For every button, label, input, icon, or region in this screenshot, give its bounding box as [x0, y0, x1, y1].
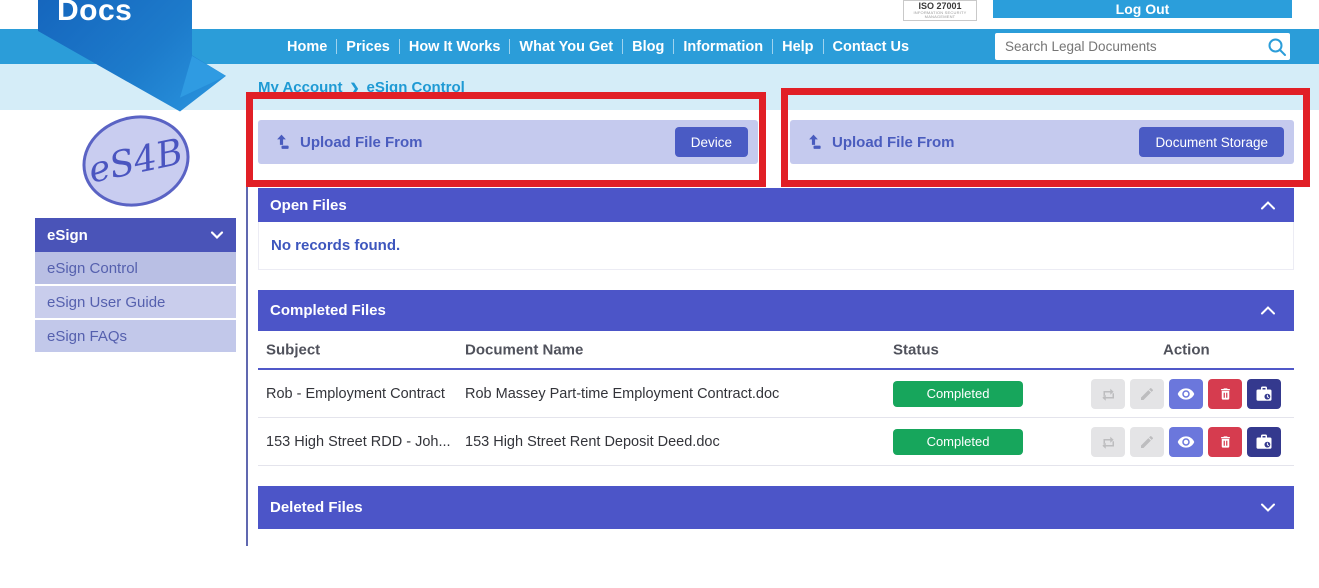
search-input[interactable]: [995, 39, 1264, 54]
eye-icon: [1177, 385, 1195, 403]
pencil-icon: [1139, 386, 1155, 402]
nav-divider: [823, 39, 824, 54]
breadcrumb-my-account[interactable]: My Account: [258, 79, 342, 96]
search-box: [995, 33, 1290, 60]
chevron-down-icon: [1260, 502, 1276, 513]
cell-document-name: Rob Massey Part-time Employment Contract…: [465, 386, 885, 402]
completed-files-section: Completed Files Subject Document Name St…: [258, 290, 1294, 466]
sidebar-header-label: eSign: [47, 227, 88, 244]
delete-button[interactable]: [1208, 427, 1242, 457]
briefcase-clock-icon: [1255, 433, 1273, 451]
nav-item-home[interactable]: Home: [287, 39, 327, 55]
breadcrumb: My Account ❯ eSign Control: [258, 79, 465, 96]
sidebar-header-esign[interactable]: eSign: [35, 218, 236, 252]
upload-icon: [804, 133, 823, 152]
iso-certification-badge: ISO 27001 INFORMATION SECURITY MANAGEMEN…: [903, 0, 977, 21]
resend-button: [1091, 379, 1125, 409]
chevron-down-icon: [210, 230, 224, 240]
nav-item-prices[interactable]: Prices: [346, 39, 390, 55]
logout-button[interactable]: Log Out: [993, 0, 1292, 18]
nav-divider: [509, 39, 510, 54]
search-icon: [1266, 36, 1288, 58]
edit-button: [1130, 379, 1164, 409]
nav-item-help[interactable]: Help: [782, 39, 813, 55]
nav-divider: [622, 39, 623, 54]
move-to-storage-button[interactable]: [1247, 379, 1281, 409]
status-badge: Completed: [893, 429, 1023, 455]
upload-device-button[interactable]: Device: [675, 127, 748, 157]
nav-item-contact-us[interactable]: Contact Us: [833, 39, 910, 55]
section-title: Deleted Files: [270, 499, 363, 516]
column-header-status: Status: [893, 341, 939, 358]
open-files-empty-message: No records found.: [258, 222, 1294, 270]
pencil-icon: [1139, 434, 1155, 450]
iso-badge-subtitle: MANAGEMENT: [904, 15, 976, 19]
resend-button: [1091, 427, 1125, 457]
sidebar-item-label: eSign FAQs: [47, 328, 127, 345]
nav-item-what-you-get[interactable]: What You Get: [519, 39, 613, 55]
cell-document-name: 153 High Street Rent Deposit Deed.doc: [465, 434, 885, 450]
action-buttons: [1091, 379, 1281, 409]
trash-icon: [1218, 434, 1233, 450]
table-header-row: Subject Document Name Status Action: [258, 331, 1294, 370]
repeat-icon: [1099, 385, 1117, 403]
view-button[interactable]: [1169, 427, 1203, 457]
action-buttons: [1091, 427, 1281, 457]
nav-item-how-it-works[interactable]: How It Works: [409, 39, 501, 55]
section-title: Completed Files: [270, 302, 386, 319]
breadcrumb-current: eSign Control: [367, 79, 465, 96]
column-header-action: Action: [1163, 341, 1210, 358]
status-badge: Completed: [893, 381, 1023, 407]
trash-icon: [1218, 386, 1233, 402]
deleted-files-header[interactable]: Deleted Files: [258, 486, 1294, 529]
es4b-logo-text: eS4B: [85, 131, 187, 191]
sidebar-item-esign-faqs[interactable]: eSign FAQs: [35, 320, 236, 354]
edit-button: [1130, 427, 1164, 457]
nav-item-information[interactable]: Information: [683, 39, 763, 55]
logo-text: Docs: [57, 0, 132, 28]
repeat-icon: [1099, 433, 1117, 451]
sidebar-item-label: eSign Control: [47, 260, 138, 277]
column-header-document-name: Document Name: [465, 341, 885, 358]
move-to-storage-button[interactable]: [1247, 427, 1281, 457]
open-files-header[interactable]: Open Files: [258, 188, 1294, 222]
nav-divider: [772, 39, 773, 54]
table-row: Rob - Employment Contract Rob Massey Par…: [258, 370, 1294, 418]
upload-document-storage-button[interactable]: Document Storage: [1139, 127, 1284, 157]
chevron-up-icon: [1260, 200, 1276, 211]
cell-subject: 153 High Street RDD - Joh...: [266, 434, 461, 450]
sidebar-menu: eSign eSign Control eSign User Guide eSi…: [35, 218, 236, 354]
sidebar-item-esign-control[interactable]: eSign Control: [35, 252, 236, 286]
nav-divider: [673, 39, 674, 54]
breadcrumb-separator-icon: ❯: [349, 81, 359, 95]
upload-icon: [272, 133, 291, 152]
sidebar-item-esign-user-guide[interactable]: eSign User Guide: [35, 286, 236, 320]
completed-files-header[interactable]: Completed Files: [258, 290, 1294, 331]
chevron-up-icon: [1260, 305, 1276, 316]
upload-bar-document-storage: Upload File From Document Storage: [790, 120, 1294, 164]
column-header-subject: Subject: [266, 341, 461, 358]
upload-label: Upload File From: [832, 134, 955, 151]
section-title: Open Files: [270, 197, 347, 214]
nav-links: Home Prices How It Works What You Get Bl…: [287, 29, 909, 64]
cell-subject: Rob - Employment Contract: [266, 386, 461, 402]
upload-bar-device: Upload File From Device: [258, 120, 758, 164]
es4b-logo: eS4B: [73, 104, 200, 217]
table-row: 153 High Street RDD - Joh... 153 High St…: [258, 418, 1294, 466]
sidebar-content-divider: [246, 110, 248, 546]
delete-button[interactable]: [1208, 379, 1242, 409]
main-navbar: Home Prices How It Works What You Get Bl…: [0, 29, 1319, 64]
view-button[interactable]: [1169, 379, 1203, 409]
deleted-files-section: Deleted Files: [258, 486, 1294, 529]
open-files-section: Open Files No records found.: [258, 188, 1294, 270]
nav-item-blog[interactable]: Blog: [632, 39, 664, 55]
briefcase-clock-icon: [1255, 385, 1273, 403]
upload-label: Upload File From: [300, 134, 423, 151]
eye-icon: [1177, 433, 1195, 451]
nav-divider: [399, 39, 400, 54]
nav-divider: [336, 39, 337, 54]
search-button[interactable]: [1264, 33, 1290, 60]
sidebar-item-label: eSign User Guide: [47, 294, 165, 311]
